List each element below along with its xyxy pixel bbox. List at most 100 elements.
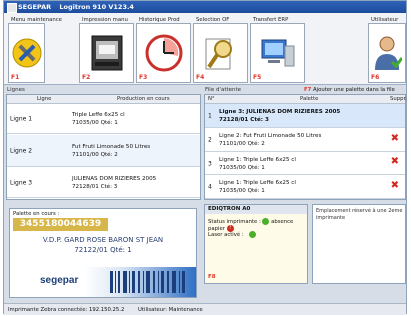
clock-icon [145, 34, 182, 72]
queue-number: 1 [208, 112, 212, 119]
function-key: F7 [304, 87, 312, 93]
utilisateur-button[interactable]: Utilisateur F6 [368, 17, 406, 83]
palette-detail: 72122/01 Qté: 1 [74, 246, 132, 254]
logo-banner: segepar [10, 267, 196, 297]
selection-of-button[interactable]: Selection OF F4 [193, 17, 248, 83]
queue-number: 3 [208, 160, 212, 167]
production-cell: Triple Leffe 6x25 cl 71035/00 Qté: 1 [72, 111, 125, 127]
delete-icon[interactable]: ✖ [391, 180, 399, 191]
user-icon [375, 36, 402, 70]
lignes-row[interactable]: Ligne 3 JULIENAS DOM RIZIERES 2005 72128… [7, 168, 200, 198]
palette-label: Palette en cours : [13, 211, 60, 217]
ligne-name: Ligne 1 [10, 115, 33, 122]
queue-row[interactable]: 3 Ligne 1: Triple Leffe 6x25 cl 71035/00… [205, 153, 405, 175]
function-key: F5 [253, 74, 262, 81]
reserved-text: Emplacement réservé à une 2eme imprimant… [316, 208, 403, 221]
app-window: SEGEPAR Logitron 910 V123.4 Menu mainten… [3, 0, 407, 315]
impression-manu-button[interactable]: Impression manu F2 [79, 17, 134, 83]
queue-line1: Ligne 3: JULIENAS DOM RIZIERES 2005 [219, 108, 341, 115]
production-detail: 71035/00 Qté: 1 [72, 119, 118, 126]
printer-status: Status imprimante : absence papier ! [208, 218, 307, 232]
wrench-screwdriver-icon [12, 38, 41, 68]
barcode-icon [110, 271, 185, 293]
production-cell: Fut Fruti Limonade 50 Litres 71101/00 Qt… [72, 143, 150, 159]
ligne-name: Ligne 2 [10, 147, 33, 154]
ligne-name: Ligne 3 [10, 179, 33, 186]
etiqueteur-title: EDIQTRON A0 [205, 205, 307, 214]
historique-prod-button[interactable]: Historique Prod F3 [136, 17, 191, 83]
lignes-title: Lignes [7, 87, 25, 93]
laser-status: Laser activé : [208, 231, 257, 238]
add-palette-label: Ajouter une palette dans la file [313, 87, 395, 93]
queue-line1: Ligne 2: Fut Fruti Limonade 50 Litres [219, 133, 322, 139]
window-title: Logitron 910 V123.4 [59, 3, 134, 11]
production-product: Triple Leffe 6x25 cl [72, 111, 125, 118]
lignes-row[interactable]: Ligne 1 Triple Leffe 6x25 cl 71035/00 Qt… [7, 104, 200, 134]
brand-name: SEGEPAR [18, 3, 52, 11]
function-key: F2 [82, 74, 91, 81]
queue-palette: Ligne 1: Triple Leffe 6x25 cl 71035/00 Q… [219, 156, 296, 172]
title-bar: SEGEPAR Logitron 910 V123.4 [4, 1, 406, 13]
col-palette: Palette [300, 96, 319, 102]
button-label: Transfert ERP [252, 17, 290, 23]
col-suppr: Suppr. [390, 96, 407, 102]
queue-line2: 71035/00 Qté: 1 [219, 164, 265, 171]
queue-number: 2 [208, 136, 212, 144]
button-label: Utilisateur [370, 17, 400, 23]
queue-line1: Ligne 1: Triple Leffe 6x25 cl [219, 156, 296, 163]
transfert-erp-button[interactable]: Transfert ERP F5 [250, 17, 305, 83]
file-attente-header: N° Palette Suppr. [205, 95, 407, 104]
function-key: F3 [139, 74, 148, 81]
status-bar: Imprimante Zebra connectée: 192.150.25.2… [4, 303, 406, 315]
queue-row-selected[interactable]: 1 Ligne 3: JULIENAS DOM RIZIERES 2005 72… [205, 104, 405, 128]
palette-number: 3455180044639 [13, 218, 108, 231]
function-key: F6 [371, 74, 380, 81]
status-label: Status imprimante : [208, 219, 261, 225]
file-attente-title: File d'attente [205, 87, 242, 93]
production-product: Fut Fruti Limonade 50 Litres [72, 143, 151, 150]
printer-connection: Imprimante Zebra connectée: 192.150.25.2 [8, 307, 125, 313]
col-ligne: Ligne [37, 96, 52, 102]
col-production: Production en cours [117, 96, 170, 102]
lignes-row[interactable]: Ligne 2 Fut Fruti Limonade 50 Litres 711… [7, 135, 200, 167]
queue-line2: 71101/00 Qté: 2 [219, 141, 265, 147]
queue-line1: Ligne 1: Triple Leffe 6x25 cl [219, 180, 296, 186]
laser-ok-icon [249, 231, 257, 238]
production-detail: 72128/01 Cté: 3 [72, 183, 118, 190]
etiqueteur-panel: EDIQTRON A0 Status imprimante : absence … [204, 204, 308, 284]
computer-icon [261, 39, 294, 67]
laser-label: Laser activé : [208, 232, 244, 238]
queue-number: 4 [208, 183, 212, 191]
button-label: Menu maintenance [10, 17, 63, 23]
production-cell: JULIENAS DOM RIZIERES 2005 72128/01 Cté:… [72, 175, 156, 191]
function-key: F4 [196, 74, 205, 81]
file-attente-table: N° Palette Suppr. 1 Ligne 3: JULIENAS DO… [204, 94, 407, 200]
delete-icon[interactable]: ✖ [391, 133, 399, 144]
current-user: Utilisateur: Maintenance [138, 307, 203, 313]
queue-line2: 71035/00 Qté: 1 [219, 188, 265, 194]
add-palette-button[interactable]: F7 Ajouter une palette dans la file [304, 87, 395, 93]
queue-row[interactable]: 2 Ligne 2: Fut Fruti Limonade 50 Litres … [205, 129, 405, 152]
status-ok-icon [262, 218, 270, 225]
app-icon [7, 3, 17, 13]
function-key: F1 [11, 74, 20, 81]
palette-en-cours-panel: Palette en cours : 3455180044639 V.D.P. … [9, 208, 197, 298]
lignes-header: Ligne Production en cours [7, 95, 200, 104]
function-key: F8 [208, 274, 216, 280]
queue-row[interactable]: 4 Ligne 1: Triple Leffe 6x25 cl 71035/00… [205, 176, 405, 199]
reserved-printer-panel: Emplacement réservé à une 2eme imprimant… [312, 204, 406, 284]
lignes-table: Ligne Production en cours Ligne 1 Triple… [6, 94, 201, 200]
button-label: Impression manu [81, 17, 129, 23]
magnifier-icon [205, 38, 232, 70]
palette-product: V.D.P. GARD ROSE BARON ST JEAN [42, 236, 164, 244]
production-product: JULIENAS DOM RIZIERES 2005 [72, 175, 157, 182]
col-n: N° [208, 96, 215, 102]
queue-palette: Ligne 1: Triple Leffe 6x25 cl 71035/00 Q… [219, 179, 296, 195]
toolbar: Menu maintenance F1 Impression manu F2 H… [4, 13, 406, 85]
button-label: Selection OF [195, 17, 231, 23]
button-label: Historique Prod [138, 17, 181, 23]
queue-line2: 72128/01 Cté: 3 [219, 116, 269, 123]
menu-maintenance-button[interactable]: Menu maintenance F1 [8, 17, 63, 83]
queue-palette: Ligne 2: Fut Fruti Limonade 50 Litres 71… [219, 132, 321, 148]
delete-icon[interactable]: ✖ [391, 156, 399, 167]
